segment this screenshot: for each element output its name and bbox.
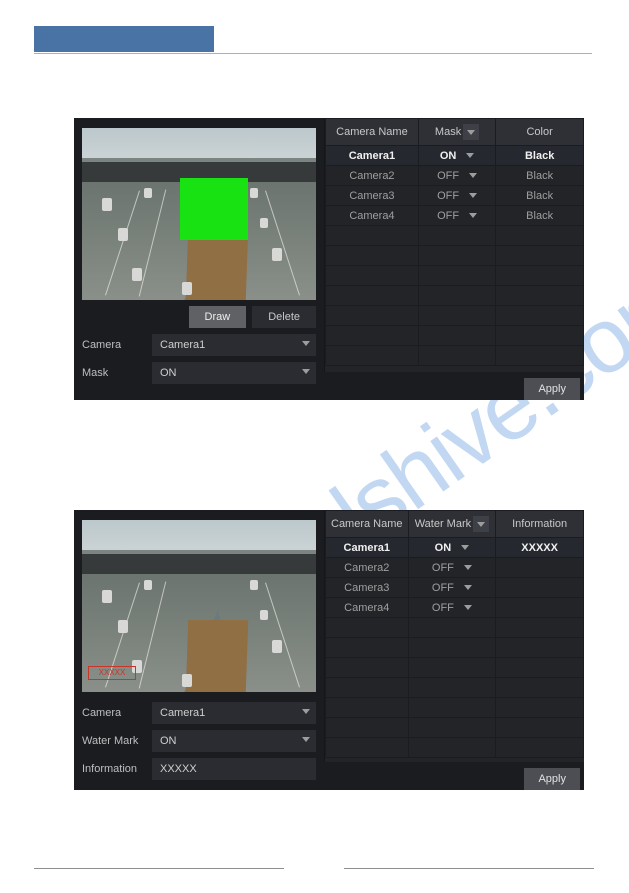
watermark-label: Water Mark	[82, 735, 146, 747]
cell-watermark[interactable]: OFF	[408, 598, 496, 618]
chevron-down-icon	[302, 341, 310, 346]
preview-mask[interactable]	[82, 128, 316, 300]
table-row	[326, 266, 584, 286]
cell-color[interactable]: Black	[496, 166, 584, 186]
table-row	[326, 678, 584, 698]
cell-information[interactable]	[496, 598, 584, 618]
table-row[interactable]: Camera2OFFBlack	[326, 166, 584, 186]
apply-button[interactable]: Apply	[524, 768, 580, 790]
cell-camera: Camera4	[326, 598, 409, 618]
col-watermark[interactable]: Water Mark	[408, 511, 496, 538]
watermark-select[interactable]: ON	[152, 730, 316, 752]
footer-rules	[34, 868, 594, 869]
cell-camera: Camera3	[326, 578, 409, 598]
mask-select[interactable]: ON	[152, 362, 316, 384]
table-row[interactable]: Camera4OFF	[326, 598, 584, 618]
chevron-down-icon	[469, 213, 477, 218]
chevron-down-icon	[302, 709, 310, 714]
mask-value: ON	[160, 367, 177, 379]
delete-button[interactable]: Delete	[252, 306, 316, 328]
panel-watermark: XXXXX Camera Camera1 Water Mark ON Infor…	[74, 510, 584, 790]
table-row	[326, 618, 584, 638]
panel-mask: Draw Delete Camera Camera1 Mask ON Camer…	[74, 118, 584, 400]
chevron-down-icon	[302, 737, 310, 742]
information-value: XXXXX	[160, 763, 197, 775]
table-row	[326, 658, 584, 678]
table-row	[326, 226, 584, 246]
table-row	[326, 326, 584, 346]
cell-information[interactable]	[496, 558, 584, 578]
table-row[interactable]: Camera3OFF	[326, 578, 584, 598]
chevron-down-icon	[467, 130, 475, 135]
cell-watermark[interactable]: OFF	[408, 578, 496, 598]
table-row	[326, 738, 584, 758]
apply-button[interactable]: Apply	[524, 378, 580, 400]
chevron-down-icon	[461, 545, 469, 550]
table-row	[326, 306, 584, 326]
table-row	[326, 286, 584, 306]
chevron-down-icon	[464, 585, 472, 590]
table-row[interactable]: Camera2OFF	[326, 558, 584, 578]
mask-label: Mask	[82, 367, 146, 379]
cell-color[interactable]: Black	[496, 206, 584, 226]
table-row	[326, 246, 584, 266]
col-camera[interactable]: Camera Name	[326, 511, 409, 538]
camera-select[interactable]: Camera1	[152, 702, 316, 724]
cell-camera: Camera4	[326, 206, 419, 226]
preview-watermark[interactable]: XXXXX	[82, 520, 316, 692]
mask-table: Camera Name Mask Color Camera1ONBlackCam…	[325, 118, 584, 366]
header-accent	[34, 26, 214, 52]
camera-value: Camera1	[160, 707, 205, 719]
chevron-down-icon	[469, 173, 477, 178]
col-information[interactable]: Information	[496, 511, 584, 538]
information-field[interactable]: XXXXX	[152, 758, 316, 780]
table-row	[326, 346, 584, 366]
cell-camera: Camera2	[326, 558, 409, 578]
cell-information[interactable]	[496, 578, 584, 598]
page-header	[34, 26, 592, 54]
watermark-value: ON	[160, 735, 177, 747]
col-mask[interactable]: Mask	[418, 119, 495, 146]
table-row[interactable]: Camera1ONXXXXX	[326, 538, 584, 558]
camera-label: Camera	[82, 339, 146, 351]
chevron-down-icon	[302, 369, 310, 374]
cell-information[interactable]: XXXXX	[496, 538, 584, 558]
cell-color[interactable]: Black	[496, 186, 584, 206]
chevron-down-icon	[469, 193, 477, 198]
table-row[interactable]: Camera3OFFBlack	[326, 186, 584, 206]
cell-color[interactable]: Black	[496, 146, 584, 166]
camera-label: Camera	[82, 707, 146, 719]
cell-mask[interactable]: OFF	[418, 166, 495, 186]
table-row	[326, 718, 584, 738]
watermark-overlay[interactable]: XXXXX	[88, 666, 136, 680]
chevron-down-icon	[464, 565, 472, 570]
col-color[interactable]: Color	[496, 119, 584, 146]
cell-camera: Camera1	[326, 146, 419, 166]
cell-mask[interactable]: OFF	[418, 186, 495, 206]
cell-watermark[interactable]: OFF	[408, 558, 496, 578]
chevron-down-icon	[464, 605, 472, 610]
cell-watermark[interactable]: ON	[408, 538, 496, 558]
cell-camera: Camera2	[326, 166, 419, 186]
table-row[interactable]: Camera4OFFBlack	[326, 206, 584, 226]
cell-camera: Camera1	[326, 538, 409, 558]
cell-camera: Camera3	[326, 186, 419, 206]
camera-value: Camera1	[160, 339, 205, 351]
cell-mask[interactable]: ON	[418, 146, 495, 166]
camera-select[interactable]: Camera1	[152, 334, 316, 356]
chevron-down-icon	[477, 522, 485, 527]
chevron-down-icon	[466, 153, 474, 158]
table-row[interactable]: Camera1ONBlack	[326, 146, 584, 166]
draw-button[interactable]: Draw	[189, 306, 247, 328]
col-camera[interactable]: Camera Name	[326, 119, 419, 146]
information-label: Information	[82, 763, 146, 775]
table-row	[326, 638, 584, 658]
table-row	[326, 698, 584, 718]
cell-mask[interactable]: OFF	[418, 206, 495, 226]
mask-region[interactable]	[180, 178, 248, 240]
watermark-table: Camera Name Water Mark Information Camer…	[325, 510, 584, 758]
